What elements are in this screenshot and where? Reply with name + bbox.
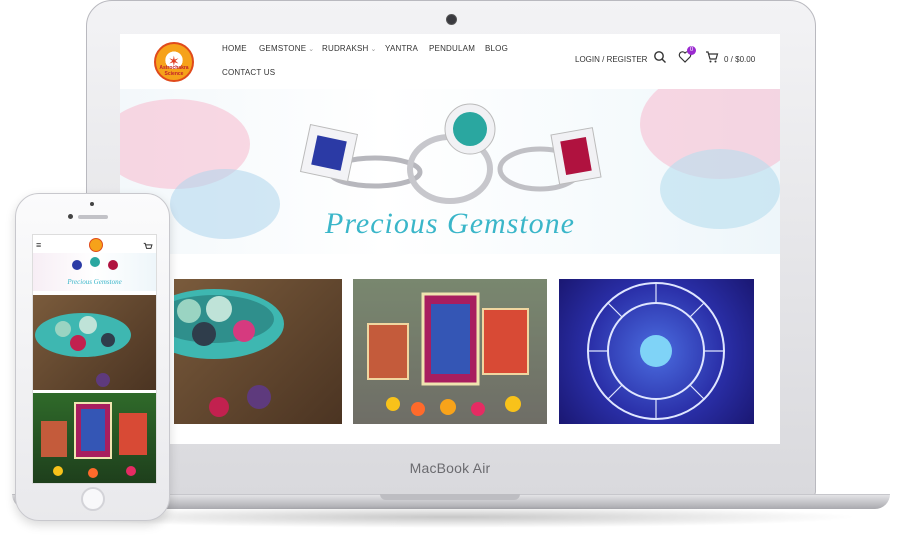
nav-rudraksh[interactable]: RUDRAKSH ⌄	[322, 44, 377, 53]
laptop-camera	[446, 14, 457, 25]
logo-text: Astrochakra Science	[159, 65, 189, 77]
nav-rudraksh-label: RUDRAKSH	[322, 44, 369, 53]
chevron-down-icon: ⌄	[370, 46, 377, 53]
gemstone-rings-image	[72, 257, 118, 270]
nav-blog[interactable]: BLOG	[485, 44, 508, 53]
phone-tile-gemstones[interactable]	[33, 295, 156, 390]
phone-screen: ≡ Precious Gemstone	[32, 234, 157, 484]
hamburger-icon[interactable]: ≡	[36, 240, 41, 250]
phone-speaker	[78, 215, 108, 219]
phone-hero-title: Precious Gemstone	[67, 278, 122, 286]
deity-altar-image	[353, 279, 547, 424]
search-icon[interactable]	[653, 50, 669, 66]
phone-logo[interactable]	[89, 238, 103, 252]
cart-total[interactable]: 0 / $0.00	[724, 55, 755, 64]
nav-pendulam[interactable]: PENDULAM	[429, 44, 475, 53]
phone-camera	[68, 214, 73, 219]
hero-banner[interactable]: Precious Gemstone	[120, 89, 780, 254]
laptop-screen: ✶ Astrochakra Science HOME GEMSTONE ⌄ RUD…	[120, 34, 780, 444]
tile-astrology[interactable]	[559, 279, 754, 424]
nav-gemstone[interactable]: GEMSTONE ⌄	[259, 44, 314, 53]
tile-gemstones[interactable]	[174, 279, 342, 424]
hero-title: Precious Gemstone	[325, 207, 575, 240]
gemstones-bowl-image	[35, 313, 131, 387]
nav-yantra[interactable]: YANTRA	[385, 44, 418, 53]
tile-puja[interactable]	[353, 279, 547, 424]
phone-tile-puja[interactable]	[33, 393, 156, 483]
phone-top-dot	[90, 202, 94, 206]
zodiac-wheel-image	[587, 282, 725, 420]
chevron-down-icon: ⌄	[308, 46, 315, 53]
login-register-link[interactable]: LOGIN / REGISTER	[575, 55, 647, 64]
iphone-mockup: ≡ Precious Gemstone	[15, 193, 170, 521]
site-logo[interactable]: ✶ Astrochakra Science	[154, 42, 194, 82]
gemstone-rings-image	[299, 103, 602, 204]
wishlist-button[interactable]: 0	[678, 46, 696, 66]
wishlist-count-badge: 0	[687, 46, 696, 55]
laptop-notch	[380, 494, 520, 500]
phone-hero-banner[interactable]: Precious Gemstone	[33, 253, 156, 291]
nav-home[interactable]: HOME	[222, 44, 247, 53]
phone-home-button[interactable]	[81, 487, 105, 511]
deity-altar-image	[41, 402, 147, 478]
nav-contact[interactable]: CONTACT US	[222, 68, 275, 77]
gemstones-bowl-image	[174, 289, 284, 417]
cart-icon[interactable]	[705, 50, 721, 66]
nav-gemstone-label: GEMSTONE	[259, 44, 307, 53]
